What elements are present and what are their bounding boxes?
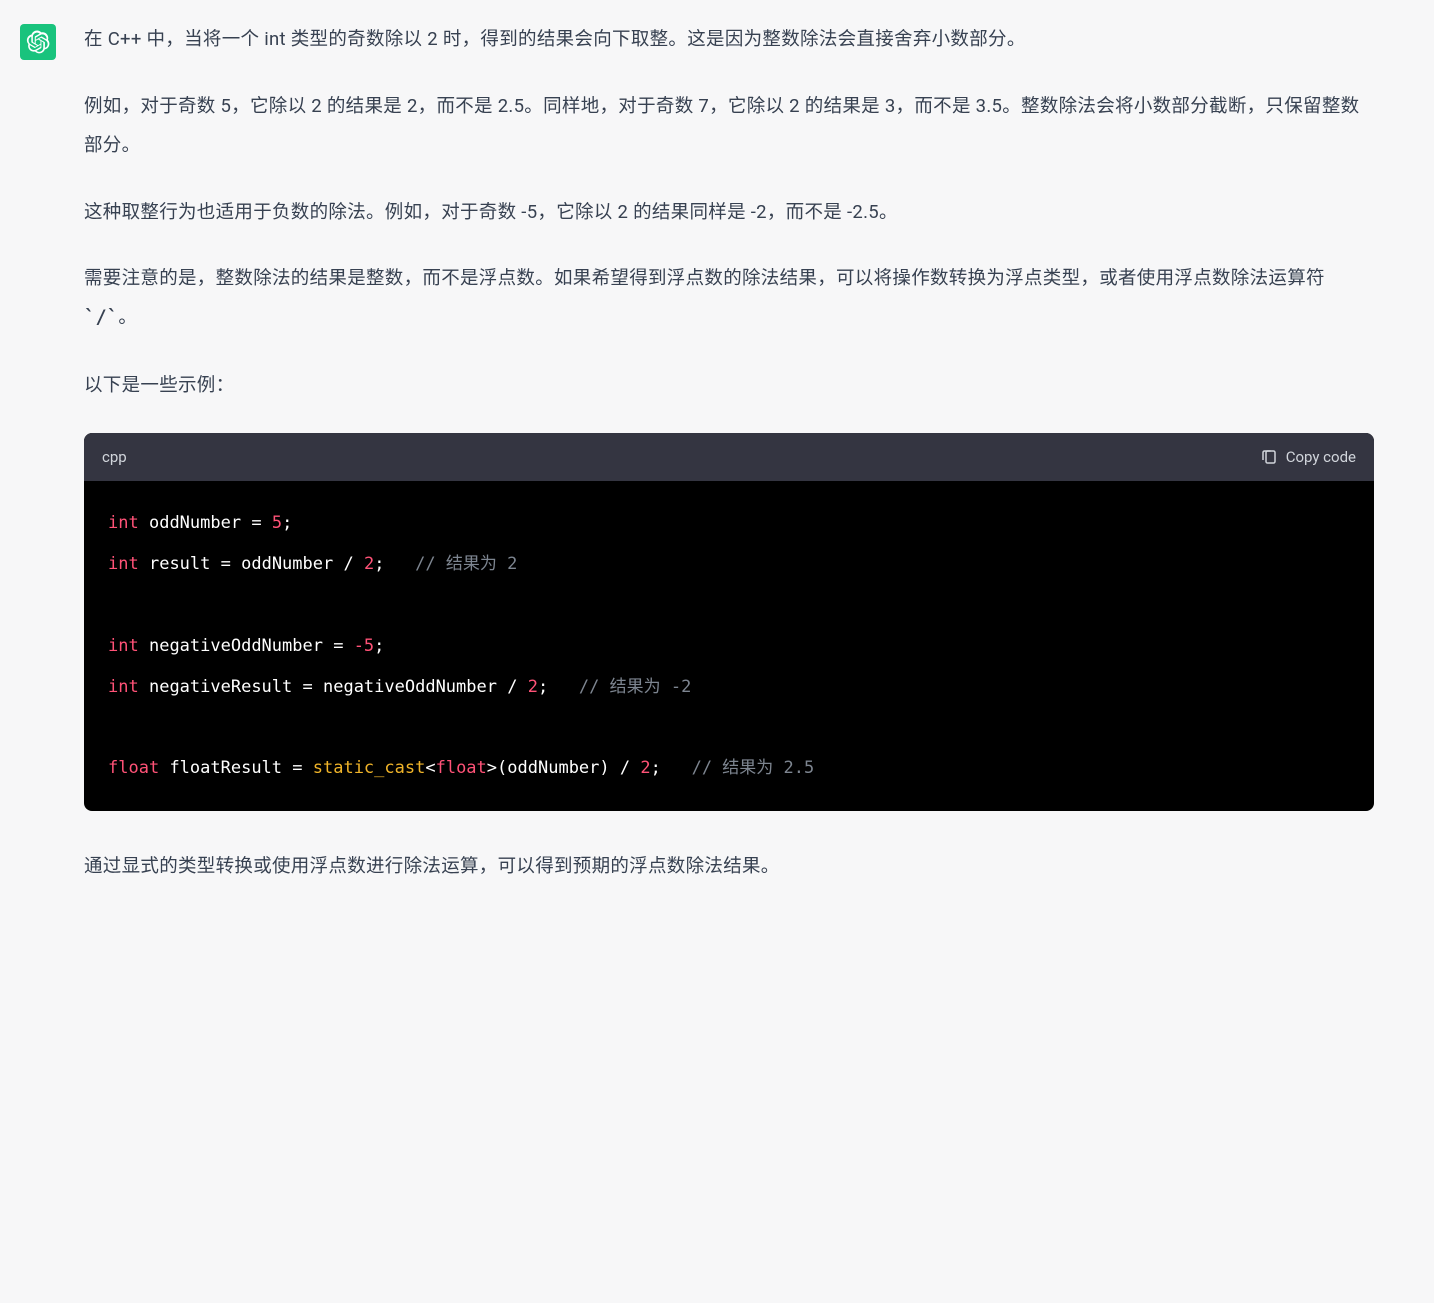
- code-token-ident: oddNumber: [149, 513, 241, 533]
- code-token-semi: ;: [282, 513, 292, 533]
- code-token-eq: =: [323, 636, 354, 656]
- code-token-keyword: int: [108, 636, 139, 656]
- inline-code: `/`: [84, 307, 118, 328]
- code-token-semi: ;: [374, 554, 384, 574]
- assistant-message: 在 C++ 中，当将一个 int 类型的奇数除以 2 时，得到的结果会向下取整。…: [0, 0, 1434, 926]
- code-token-slash: /: [610, 758, 641, 778]
- code-token-type: float: [436, 758, 487, 778]
- code-token-rparen: ): [599, 758, 609, 778]
- code-token-semi: ;: [374, 636, 384, 656]
- code-token-space: [384, 554, 415, 574]
- code-block: cpp Copy code int oddNumber = 5; int res…: [84, 433, 1374, 811]
- code-token-comment: // 结果为 2.5: [692, 758, 815, 778]
- code-token-keyword: int: [108, 513, 139, 533]
- paragraph-1: 在 C++ 中，当将一个 int 类型的奇数除以 2 时，得到的结果会向下取整。…: [84, 20, 1374, 59]
- code-token-lt: <: [425, 758, 435, 778]
- code-token-slash: /: [333, 554, 364, 574]
- code-token-space: [139, 513, 149, 533]
- paragraph-6: 通过显式的类型转换或使用浮点数进行除法运算，可以得到预期的浮点数除法结果。: [84, 847, 1374, 886]
- code-token-space: [139, 677, 149, 697]
- code-token-number: -5: [354, 636, 374, 656]
- code-token-ident: oddNumber: [507, 758, 599, 778]
- paragraph-5: 以下是一些示例：: [84, 366, 1374, 405]
- paragraph-3: 这种取整行为也适用于负数的除法。例如，对于奇数 -5，它除以 2 的结果同样是 …: [84, 193, 1374, 232]
- code-token-eq: =: [210, 554, 241, 574]
- openai-logo-icon: [26, 30, 50, 54]
- code-token-ident: floatResult: [169, 758, 282, 778]
- code-token-number: 2: [528, 677, 538, 697]
- code-block-header: cpp Copy code: [84, 433, 1374, 482]
- code-content[interactable]: int oddNumber = 5; int result = oddNumbe…: [84, 481, 1374, 811]
- code-token-ident: negativeOddNumber: [323, 677, 497, 697]
- paragraph-4: 需要注意的是，整数除法的结果是整数，而不是浮点数。如果希望得到浮点数的除法结果，…: [84, 259, 1374, 338]
- code-token-keyword: float: [108, 758, 159, 778]
- code-token-ident: negativeOddNumber: [149, 636, 323, 656]
- code-token-semi: ;: [538, 677, 548, 697]
- code-token-keyword: int: [108, 677, 139, 697]
- code-token-eq: =: [292, 677, 323, 697]
- clipboard-icon: [1260, 448, 1278, 466]
- code-token-keyword: int: [108, 554, 139, 574]
- code-token-func: static_cast: [313, 758, 426, 778]
- code-language-label: cpp: [102, 443, 127, 472]
- code-token-semi: ;: [651, 758, 661, 778]
- text: 。: [118, 306, 137, 328]
- assistant-avatar: [20, 24, 56, 60]
- copy-code-button[interactable]: Copy code: [1260, 443, 1356, 472]
- code-token-slash: /: [497, 677, 528, 697]
- copy-code-label: Copy code: [1286, 443, 1356, 472]
- code-token-space: [661, 758, 692, 778]
- code-token-number: 2: [640, 758, 650, 778]
- code-token-comment: // 结果为 2: [415, 554, 517, 574]
- code-token-eq: =: [241, 513, 272, 533]
- code-token-space: [159, 758, 169, 778]
- code-token-space: [548, 677, 579, 697]
- paragraph-2: 例如，对于奇数 5，它除以 2 的结果是 2，而不是 2.5。同样地，对于奇数 …: [84, 87, 1374, 165]
- code-token-eq: =: [282, 758, 313, 778]
- code-token-number: 5: [272, 513, 282, 533]
- code-token-lparen: (: [497, 758, 507, 778]
- code-token-ident: negativeResult: [149, 677, 292, 697]
- code-token-space: [139, 636, 149, 656]
- code-token-ident: result: [149, 554, 210, 574]
- code-token-comment: // 结果为 -2: [579, 677, 691, 697]
- text: 需要注意的是，整数除法的结果是整数，而不是浮点数。如果希望得到浮点数的除法结果，…: [84, 267, 1325, 289]
- message-content: 在 C++ 中，当将一个 int 类型的奇数除以 2 时，得到的结果会向下取整。…: [84, 20, 1434, 886]
- code-token-gt: >: [487, 758, 497, 778]
- code-token-ident: oddNumber: [241, 554, 333, 574]
- code-token-space: [139, 554, 149, 574]
- code-token-number: 2: [364, 554, 374, 574]
